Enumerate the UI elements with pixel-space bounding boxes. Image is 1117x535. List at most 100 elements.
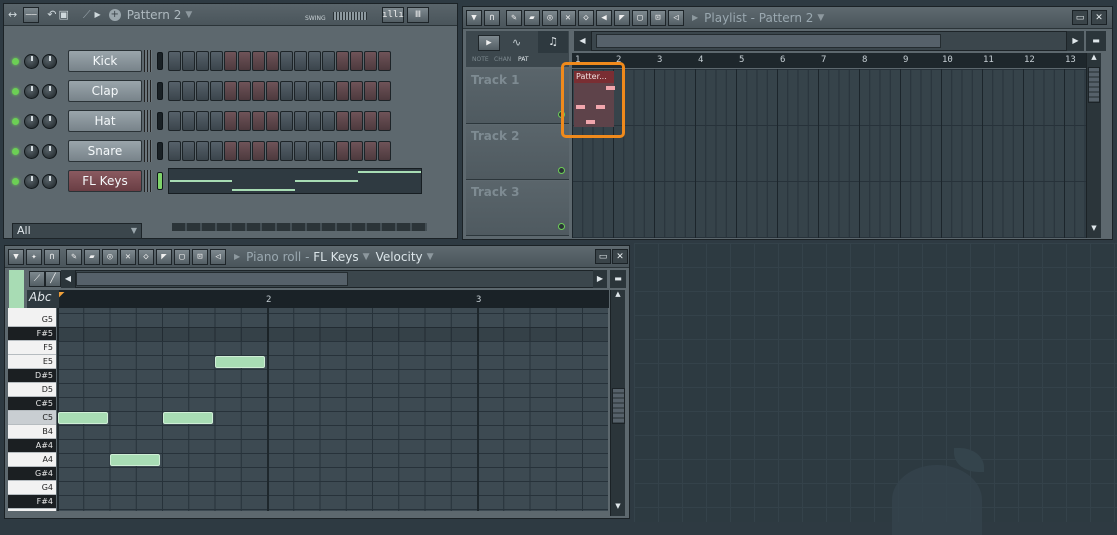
delete-icon[interactable]: ✕ <box>560 9 576 26</box>
chevron-down-icon[interactable]: ▼ <box>363 252 370 262</box>
speaker-icon[interactable]: ◁ <box>210 248 226 265</box>
track-header-2[interactable]: Track 2 <box>466 125 569 180</box>
step[interactable] <box>350 51 363 71</box>
select-icon[interactable]: ▢ <box>632 9 648 26</box>
velocity-selector[interactable]: Velocity <box>376 250 423 264</box>
scroll-down-arrow[interactable]: ▼ <box>611 502 625 516</box>
undo-icon[interactable]: ↶ <box>47 8 56 21</box>
step[interactable] <box>252 51 265 71</box>
piano-roll-preview[interactable] <box>168 168 422 194</box>
add-pattern-icon[interactable]: + <box>108 8 121 21</box>
piano-key[interactable]: B4 <box>8 425 56 439</box>
scroll-up-arrow[interactable]: ▲ <box>1087 53 1101 67</box>
step[interactable] <box>224 81 237 101</box>
piano-note[interactable] <box>58 412 108 424</box>
speaker-icon[interactable]: ◁ <box>668 9 684 26</box>
step[interactable] <box>210 111 223 131</box>
track-led[interactable] <box>558 223 565 230</box>
step[interactable] <box>238 141 251 161</box>
step[interactable] <box>294 141 307 161</box>
piano-scroll-right[interactable]: ▶ <box>593 270 607 288</box>
select-led[interactable] <box>157 142 163 160</box>
volume-knob[interactable] <box>42 143 57 159</box>
close-button[interactable]: ✕ <box>1091 10 1107 25</box>
step[interactable] <box>322 111 335 131</box>
step[interactable] <box>252 141 265 161</box>
scroll-down-arrow[interactable]: ▼ <box>1087 224 1101 238</box>
pan-knob[interactable] <box>24 143 39 159</box>
piano-key[interactable]: G#4 <box>8 467 56 481</box>
piano-key[interactable]: F#5 <box>8 327 56 341</box>
step[interactable] <box>336 141 349 161</box>
piano-key[interactable]: E5 <box>8 355 56 369</box>
step[interactable] <box>294 51 307 71</box>
channel-led[interactable] <box>12 177 19 185</box>
piano-key[interactable]: D#5 <box>8 369 56 383</box>
scroll-thumb[interactable] <box>76 272 348 286</box>
piano-zoom-button[interactable]: ▬ <box>610 270 626 288</box>
select-led[interactable] <box>157 112 163 130</box>
playlist-scroll-left[interactable]: ◀ <box>574 31 591 51</box>
step[interactable] <box>364 51 377 71</box>
volume-knob[interactable] <box>42 53 57 69</box>
step[interactable] <box>238 81 251 101</box>
step[interactable] <box>196 141 209 161</box>
step[interactable] <box>294 81 307 101</box>
step[interactable] <box>210 81 223 101</box>
step[interactable] <box>378 51 391 71</box>
pan-knob[interactable] <box>24 83 39 99</box>
zoom-icon[interactable]: ⊡ <box>650 9 666 26</box>
step[interactable] <box>224 141 237 161</box>
swing-slider[interactable] <box>333 12 367 20</box>
step[interactable] <box>322 81 335 101</box>
step[interactable] <box>308 81 321 101</box>
pan-knob[interactable] <box>24 113 39 129</box>
piano-key[interactable]: F5 <box>8 341 56 355</box>
automation-tab-icon[interactable]: ∿ <box>512 36 521 49</box>
step[interactable] <box>182 111 195 131</box>
step[interactable] <box>168 51 181 71</box>
step[interactable] <box>224 51 237 71</box>
tab-pat[interactable]: PAT <box>518 56 529 63</box>
step[interactable] <box>350 111 363 131</box>
audio-tab-icon[interactable]: ♫ <box>538 31 568 53</box>
step[interactable] <box>266 81 279 101</box>
step[interactable] <box>266 111 279 131</box>
select-led[interactable] <box>157 82 163 100</box>
step[interactable] <box>210 141 223 161</box>
channel-button-fl-keys[interactable]: FL Keys <box>68 170 142 192</box>
slash-tool-icon[interactable]: ⟋ <box>29 271 45 287</box>
volume-knob[interactable] <box>42 113 57 129</box>
select-led[interactable] <box>157 52 163 70</box>
channel-filter-select[interactable]: All ▼ <box>12 223 142 239</box>
scroll-thumb[interactable] <box>596 34 941 48</box>
channel-led[interactable] <box>12 57 19 65</box>
step[interactable] <box>182 81 195 101</box>
step[interactable] <box>182 51 195 71</box>
chevron-down-icon[interactable]: ▼ <box>185 10 192 20</box>
piano-keyboard[interactable]: G5 F#5 F5 E5 D#5 D5 C#5 C5 B4 A#4 A4 G#4… <box>8 308 56 511</box>
step[interactable] <box>364 141 377 161</box>
minus-icon[interactable]: ‒‒ <box>23 6 40 23</box>
scroll-thumb[interactable] <box>1088 67 1100 103</box>
step[interactable] <box>280 111 293 131</box>
step[interactable] <box>378 141 391 161</box>
step[interactable] <box>280 141 293 161</box>
delete-icon[interactable]: ✕ <box>120 248 136 265</box>
slice-icon[interactable]: ◤ <box>614 9 630 26</box>
maximize-button[interactable]: ▭ <box>1072 10 1088 25</box>
slice-icon[interactable]: ◤ <box>156 248 172 265</box>
step[interactable] <box>364 111 377 131</box>
piano-vertical-scrollbar[interactable]: ▲ ▼ <box>610 290 625 516</box>
step[interactable] <box>378 81 391 101</box>
zoom-icon[interactable]: ⊡ <box>192 248 208 265</box>
step[interactable] <box>294 111 307 131</box>
step[interactable] <box>196 51 209 71</box>
chevron-down-icon[interactable]: ▼ <box>427 252 434 262</box>
wrench-icon[interactable]: ✦ <box>26 248 42 265</box>
piano-roll-note-grid[interactable] <box>57 308 608 511</box>
playlist-arrangement-grid[interactable]: Patter... <box>572 69 1086 238</box>
step[interactable] <box>364 81 377 101</box>
mute-icon[interactable]: ◇ <box>138 248 154 265</box>
channel-button-hat[interactable]: Hat <box>68 110 142 132</box>
